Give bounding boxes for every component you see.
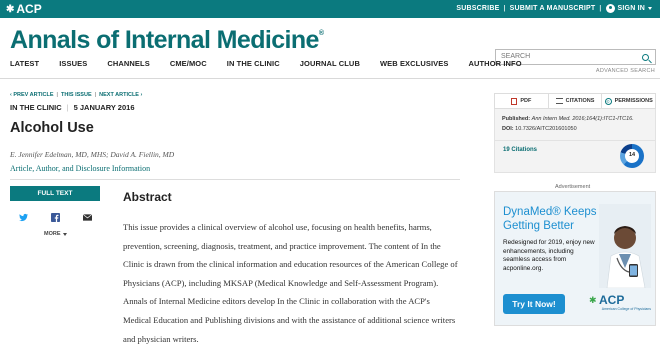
chevron-down-icon [648, 7, 652, 10]
abstract-text: This issue provides a clinical overview … [123, 222, 458, 344]
prev-article-link[interactable]: ‹ PREV ARTICLE [10, 92, 54, 98]
citations-icon [555, 98, 563, 104]
citations-panel: 19 Citations 14 [494, 141, 656, 173]
divider: | [503, 5, 506, 12]
nav-item-latest[interactable]: LATEST [10, 59, 39, 68]
user-icon [605, 4, 615, 13]
pdf-label: PDF [520, 98, 532, 104]
advertisement-banner[interactable]: DynaMed® Keeps Getting Better Redesigned… [494, 191, 656, 326]
nav-item-issues[interactable]: ISSUES [59, 59, 87, 68]
more-share-button[interactable]: MORE [44, 231, 67, 237]
nav-item-channels[interactable]: CHANNELS [107, 59, 149, 68]
ad-body: Redesigned for 2019, enjoy new enhanceme… [503, 239, 595, 272]
abstract-heading: Abstract [123, 190, 172, 204]
advertisement-label: Advertisement [555, 184, 591, 190]
full-text-button[interactable]: FULL TEXT [10, 186, 100, 201]
nav-item-author-info[interactable]: AUTHOR INFO [468, 59, 521, 68]
divider: | [66, 103, 69, 112]
article-pager: ‹ PREV ARTICLE | THIS ISSUE | NEXT ARTIC… [10, 92, 142, 98]
copyright-icon: © [604, 97, 612, 105]
email-icon[interactable] [83, 213, 92, 222]
main-nav: LATEST ISSUES CHANNELS CME/MOC IN THE CL… [10, 59, 542, 68]
acp-star-icon: ✱ [589, 295, 597, 305]
acp-ad-logo-tagline: American College of Physicians [601, 307, 651, 311]
pdf-button[interactable]: PDF [495, 94, 549, 108]
chevron-down-icon [62, 232, 67, 236]
doi-label: DOI: [502, 126, 514, 132]
next-article-link[interactable]: NEXT ARTICLE › [99, 92, 142, 98]
nav-item-journal-club[interactable]: JOURNAL CLUB [300, 59, 360, 68]
journal-title: Annals of Internal Medicine [10, 26, 319, 54]
altmetric-badge[interactable]: 14 [620, 144, 644, 168]
article-divider [10, 179, 460, 180]
permissions-button[interactable]: © PERMISSIONS [602, 94, 655, 108]
sign-in-button[interactable]: SIGN IN [605, 4, 652, 13]
top-links: SUBSCRIBE | SUBMIT A MANUSCRIPT | SIGN I… [456, 4, 652, 13]
nav-item-web-exclusives[interactable]: WEB EXCLUSIVES [380, 59, 449, 68]
try-it-now-button[interactable]: Try It Now! [503, 294, 565, 314]
top-bar: ✱ ACP SUBSCRIBE | SUBMIT A MANUSCRIPT | … [0, 0, 660, 18]
submit-manuscript-link[interactable]: SUBMIT A MANUSCRIPT [510, 5, 596, 12]
search-icon[interactable] [642, 54, 649, 61]
acp-ad-logo: ✱ ACP American College of Physicians [587, 293, 651, 315]
more-label: MORE [44, 231, 61, 237]
doi-line: DOI: 10.7326/AITC201601050 [502, 124, 648, 134]
article-authors[interactable]: E. Jennifer Edelman, MD, MHS; David A. F… [10, 150, 174, 159]
divider: | [599, 5, 602, 12]
published-label: Published: [502, 116, 531, 122]
publication-date: 5 JANUARY 2016 [73, 103, 135, 112]
published-value: Ann Intern Med. 2016;164(1):ITC1-ITC16. [531, 116, 634, 122]
citations-button[interactable]: CITATIONS [549, 94, 603, 108]
acp-logo-text: ACP [16, 2, 42, 16]
this-issue-link[interactable]: THIS ISSUE [61, 92, 92, 98]
share-bar [19, 213, 92, 222]
acp-star-icon: ✱ [6, 3, 15, 15]
article-kicker: IN THE CLINIC | 5 JANUARY 2016 [10, 103, 135, 112]
journal-masthead[interactable]: Annals of Internal Medicine® [10, 26, 324, 55]
article-tools: PDF CITATIONS © PERMISSIONS [494, 93, 656, 109]
citations-tool-label: CITATIONS [565, 98, 595, 104]
nav-item-in-the-clinic[interactable]: IN THE CLINIC [227, 59, 280, 68]
doctor-image [599, 204, 651, 288]
subscribe-link[interactable]: SUBSCRIBE [456, 5, 499, 12]
registered-mark: ® [318, 30, 324, 37]
section-label[interactable]: IN THE CLINIC [10, 103, 62, 112]
facebook-icon[interactable] [51, 213, 60, 222]
divider: | [94, 92, 97, 98]
altmetric-score: 14 [628, 152, 636, 158]
permissions-label: PERMISSIONS [614, 98, 653, 104]
twitter-icon[interactable] [19, 213, 28, 222]
citations-count-link[interactable]: 19 Citations [503, 147, 537, 153]
article-title: Alcohol Use [10, 120, 94, 136]
doi-value[interactable]: 10.7326/AITC201601050 [515, 126, 576, 132]
disclosure-link[interactable]: Article, Author, and Disclosure Informat… [10, 164, 150, 173]
advanced-search-link[interactable]: ADVANCED SEARCH [596, 68, 655, 74]
nav-divider [0, 78, 660, 79]
publication-info: Published: Ann Intern Med. 2016;164(1):I… [494, 109, 656, 141]
sign-in-label: SIGN IN [617, 5, 645, 12]
ad-headline: DynaMed® Keeps Getting Better [503, 206, 597, 232]
acp-logo[interactable]: ✱ ACP [6, 2, 42, 16]
pdf-icon [511, 97, 518, 105]
published-line: Published: Ann Intern Med. 2016;164(1):I… [502, 114, 648, 124]
nav-item-cme-moc[interactable]: CME/MOC [170, 59, 207, 68]
divider: | [56, 92, 59, 98]
acp-ad-logo-text: ACP [599, 293, 625, 307]
